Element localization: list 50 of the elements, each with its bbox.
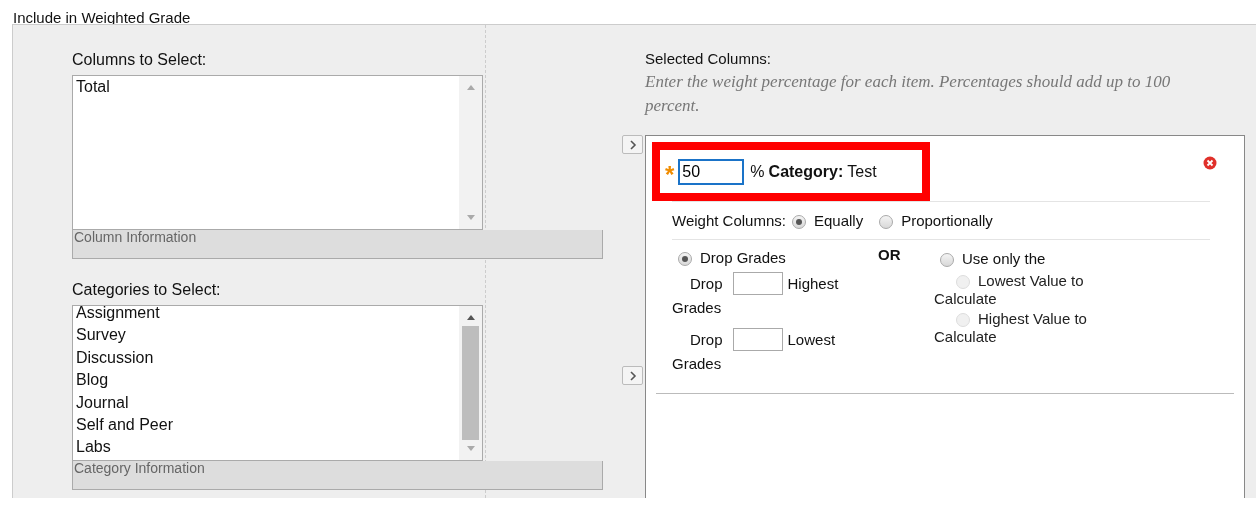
move-right-button[interactable] xyxy=(622,135,643,154)
percent-sign: % xyxy=(750,162,765,181)
radio-button[interactable] xyxy=(940,252,954,267)
required-mark: * xyxy=(665,159,675,185)
list-item[interactable]: Discussion xyxy=(76,346,459,370)
info-bar: Column Information xyxy=(72,230,603,259)
or-label: OR xyxy=(878,246,902,265)
list-item[interactable]: Self and Peer xyxy=(76,414,459,437)
list-label: Categories to Select: xyxy=(72,281,222,300)
field-label: Drop xyxy=(690,274,723,292)
chevron-right-icon xyxy=(628,139,637,150)
list-item[interactable]: Journal xyxy=(76,391,459,415)
option-label: Lowest Value to xyxy=(978,271,1084,289)
list-item[interactable]: Total xyxy=(76,76,459,99)
radio-button[interactable] xyxy=(791,215,806,229)
list-item[interactable]: Survey xyxy=(76,324,459,347)
option-label: Equally xyxy=(813,212,864,229)
list-box[interactable]: Total xyxy=(72,75,483,230)
list-box[interactable]: Assignment Survey Discussion Blog Journal Self and Peer Labs xyxy=(72,305,483,461)
list-item[interactable]: Labs xyxy=(76,436,459,459)
field-label: Grades xyxy=(672,298,723,318)
section-label: Selected Columns: xyxy=(645,50,772,69)
radio-button[interactable] xyxy=(879,215,894,229)
number-field[interactable] xyxy=(732,327,783,351)
option-label: Calculate xyxy=(934,328,998,346)
option-label: Highest Value to xyxy=(978,309,1087,327)
number-field[interactable] xyxy=(732,271,783,295)
list-label: Columns to Select: xyxy=(72,51,208,70)
radio-button[interactable] xyxy=(678,251,692,266)
field-label: Weight Columns: xyxy=(672,212,786,229)
category-label: Category: xyxy=(768,162,844,181)
option-label: Drop Grades xyxy=(700,248,786,266)
category-name: Test xyxy=(847,162,877,181)
move-right-button[interactable] xyxy=(622,366,643,385)
close-icon xyxy=(1203,156,1217,170)
option-label: Calculate xyxy=(934,290,998,308)
field-label: Highest xyxy=(787,274,839,292)
field-label: Lowest xyxy=(787,330,836,348)
scroll-thumb[interactable] xyxy=(462,326,479,440)
weight-field[interactable]: 50 xyxy=(678,158,745,185)
list-item[interactable]: Assignment xyxy=(76,302,459,325)
option-label: Use only the xyxy=(962,249,1046,267)
field-label: Drop xyxy=(690,330,723,348)
list-item[interactable]: Blog xyxy=(76,369,459,392)
info-bar: Category Information xyxy=(72,461,603,490)
field-label: Grades xyxy=(672,354,723,374)
option-label: Proportionally xyxy=(901,212,993,229)
section-title: Include in Weighted Grade xyxy=(12,8,192,24)
chevron-right-icon xyxy=(628,370,637,381)
instruction-text: Enter the weight percentage for each item. Percentages should add up to 100 percent. xyxy=(645,71,1172,117)
